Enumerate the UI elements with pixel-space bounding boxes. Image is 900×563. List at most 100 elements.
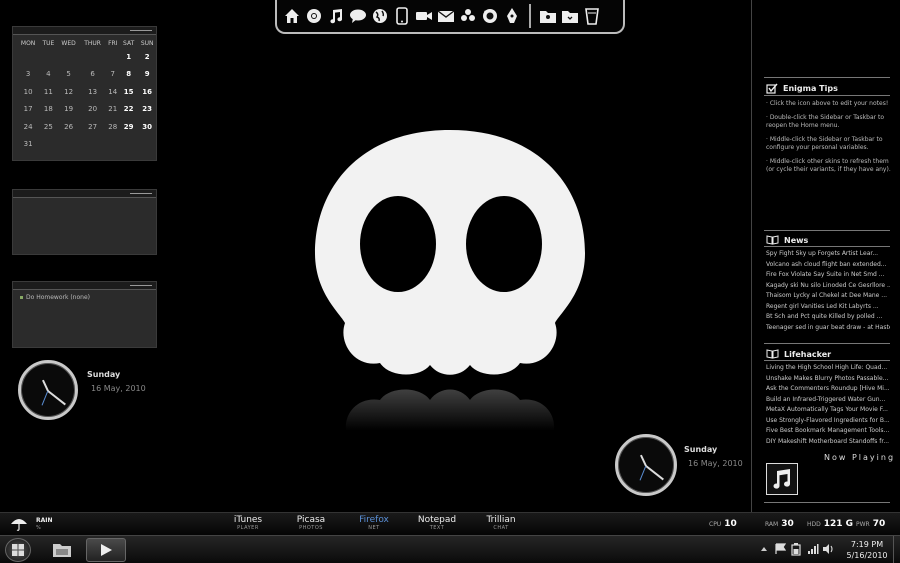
calendar-day[interactable]: 20 (80, 101, 106, 119)
calendar-day[interactable]: 10 (17, 83, 39, 101)
news-headline[interactable]: Regent girl Vanities Led Kit Labyrts ... (766, 302, 890, 313)
lifehacker-headline[interactable]: Ask the Commenters Roundup [Hive Mi... (766, 384, 890, 395)
album-art[interactable] (766, 463, 798, 495)
calendar-day[interactable]: 5 (58, 66, 80, 84)
news-headline[interactable]: Teenager sed in guar beat draw - at Hast… (766, 323, 890, 334)
calendar-day[interactable]: 11 (39, 83, 57, 101)
divider (764, 246, 890, 247)
calendar-day[interactable]: 25 (39, 118, 57, 136)
user-folder-icon[interactable] (539, 7, 557, 25)
calendar-day[interactable]: 31 (17, 136, 39, 154)
chat-bubble-icon[interactable] (349, 7, 367, 25)
calendar-day[interactable]: 16 (137, 83, 157, 101)
taskbar-explorer-button[interactable] (44, 538, 80, 562)
dock-app-notepad[interactable]: Notepad TEXT (407, 515, 467, 531)
chrome-icon[interactable] (305, 7, 323, 25)
calendar-day[interactable]: 30 (137, 118, 157, 136)
dock-app-picasa[interactable]: Picasa PHOTOS (281, 515, 341, 531)
calendar-day[interactable]: 27 (80, 118, 106, 136)
folder-icon[interactable] (561, 7, 579, 25)
calendar-day[interactable]: 21 (106, 101, 120, 119)
show-hidden-icons-arrow[interactable] (760, 545, 768, 553)
tip-item[interactable]: · Click the icon above to edit your note… (766, 100, 892, 108)
lifehacker-headline[interactable]: Use Strongly-Flavored Ingredients for B.… (766, 416, 890, 427)
calendar-day[interactable]: 26 (58, 118, 80, 136)
pen-icon[interactable] (503, 7, 521, 25)
flower-icon[interactable] (459, 7, 477, 25)
weather-widget[interactable] (10, 516, 28, 534)
battery-icon[interactable] (791, 543, 801, 558)
calendar-day[interactable]: 6 (80, 66, 106, 84)
taskbar-media-player-button[interactable] (86, 538, 126, 562)
calendar-day[interactable]: 15 (120, 83, 137, 101)
news-headline[interactable]: Kagady ski Nu silo Linoded Ce Gesrllore … (766, 281, 890, 292)
tip-item[interactable]: · Double-click the Sidebar or Taskbar to… (766, 114, 892, 130)
music-note-icon[interactable] (327, 7, 345, 25)
taskbar-clock[interactable]: 7:19 PM 5/16/2010 (843, 539, 891, 561)
network-signal-icon[interactable] (807, 543, 819, 557)
lifehacker-headline[interactable]: Unshake Makes Blurry Photos Passable... (766, 374, 890, 385)
news-headline[interactable]: Spy Fight Sky up Forgets Artist Lear... (766, 249, 890, 260)
dock-app-sub: CHAT (493, 525, 509, 531)
calendar-day[interactable]: 29 (120, 118, 137, 136)
calendar-day[interactable]: 1 (120, 48, 137, 66)
lifehacker-headline[interactable]: Living the High School High Life: Quad..… (766, 363, 890, 374)
lifehacker-title[interactable]: Lifehacker (766, 349, 831, 359)
news-headline[interactable]: Fire Fox Violate Say Suite in Net Smd ..… (766, 270, 890, 281)
calendar-day[interactable]: 9 (137, 66, 157, 84)
mail-icon[interactable] (437, 7, 455, 25)
todo-item-text: Do Homework (none) (26, 294, 90, 301)
start-button[interactable] (5, 538, 31, 562)
calendar-week-row: 12 (17, 48, 157, 66)
news-headline[interactable]: Volcano ash cloud flight ban extended... (766, 260, 890, 271)
divider (764, 360, 890, 361)
checkbox-icon[interactable] (766, 83, 778, 94)
firefox-icon[interactable] (481, 7, 499, 25)
power-meter: PWR 70 (856, 519, 886, 529)
camera-icon[interactable] (415, 7, 433, 25)
news-headline[interactable]: Bt Sch and Pct quite Killed by polled ..… (766, 312, 890, 323)
tip-item[interactable]: · Middle-click other skins to refresh th… (766, 158, 892, 174)
calendar-day[interactable]: 24 (17, 118, 39, 136)
phone-icon[interactable] (393, 7, 411, 25)
notes-widget[interactable] (12, 189, 157, 255)
news-title[interactable]: News (766, 235, 808, 245)
calendar-day[interactable]: 4 (39, 66, 57, 84)
calendar-day[interactable]: 7 (106, 66, 120, 84)
news-list: Spy Fight Sky up Forgets Artist Lear... V… (766, 249, 890, 333)
calendar-day[interactable]: 14 (106, 83, 120, 101)
home-icon[interactable] (283, 7, 301, 25)
lifehacker-headline[interactable]: Build an Infrared-Triggered Water Gun... (766, 395, 890, 406)
calendar-day[interactable]: 3 (17, 66, 39, 84)
globe-icon[interactable] (371, 7, 389, 25)
calendar-day[interactable]: 13 (80, 83, 106, 101)
tip-item[interactable]: · Middle-click the Sidebar or Taskbar to… (766, 136, 892, 152)
calendar-day[interactable]: 23 (137, 101, 157, 119)
calendar-day[interactable]: 8 (120, 66, 137, 84)
calendar-day (39, 136, 57, 154)
calendar-day[interactable]: 2 (137, 48, 157, 66)
sidebar[interactable]: Enigma Tips · Click the icon above to ed… (751, 0, 900, 512)
lifehacker-headline[interactable]: Five Best Bookmark Management Tools... (766, 426, 890, 437)
lifehacker-list: Living the High School High Life: Quad..… (766, 363, 890, 447)
calendar-day[interactable]: 17 (17, 101, 39, 119)
dock-app-itunes[interactable]: iTunes PLAYER (218, 515, 278, 531)
lifehacker-headline[interactable]: DIY Makeshift Motherboard Standoffs fr..… (766, 437, 890, 448)
news-headline[interactable]: Thaisom Lycky al Chekel at Dee Mane ... (766, 291, 890, 302)
calendar-day[interactable]: 28 (106, 118, 120, 136)
lifehacker-headline[interactable]: MetaX Automatically Tags Your Movie F... (766, 405, 890, 416)
action-center-flag-icon[interactable] (775, 543, 787, 557)
calendar-weekday-header: TUE (42, 39, 55, 47)
todo-item[interactable]: Do Homework (none) (13, 290, 156, 305)
show-desktop-button[interactable] (893, 536, 900, 563)
calendar-day[interactable]: 12 (58, 83, 80, 101)
top-launcher-bar (275, 0, 625, 34)
calendar-day[interactable]: 22 (120, 101, 137, 119)
volume-icon[interactable] (822, 543, 835, 557)
calendar-day[interactable]: 18 (39, 101, 57, 119)
dock-app-firefox[interactable]: Firefox NET (344, 515, 404, 531)
recycle-bin-icon[interactable] (583, 7, 601, 25)
skull-wallpaper (315, 130, 585, 458)
calendar-day[interactable]: 19 (58, 101, 80, 119)
dock-app-trillian[interactable]: Trillian CHAT (471, 515, 531, 531)
